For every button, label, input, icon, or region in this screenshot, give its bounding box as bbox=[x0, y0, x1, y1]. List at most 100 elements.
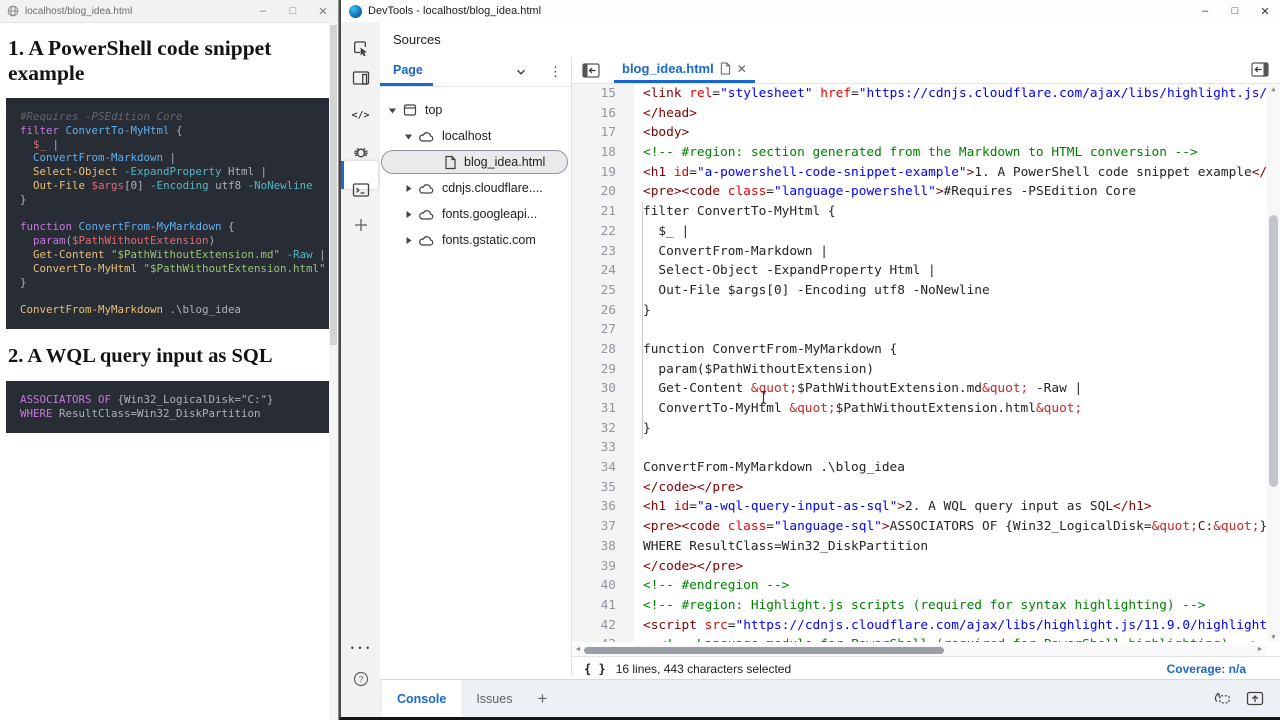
vertical-scrollbar[interactable]: ▲ ▼ bbox=[1267, 84, 1280, 642]
source-line-18[interactable]: 18 <!-- #region: section generated from t… bbox=[572, 143, 1280, 163]
source-line-33[interactable]: 33 bbox=[572, 438, 1280, 458]
line-number[interactable]: 34 bbox=[572, 458, 628, 478]
line-number[interactable]: 27 bbox=[572, 320, 628, 340]
source-line-43[interactable]: 43 <!-- Language module for PowerShell (… bbox=[572, 635, 1280, 642]
tab-blog-idea-html[interactable]: blog_idea.html ✕ bbox=[614, 57, 755, 83]
line-number[interactable]: 17 bbox=[572, 123, 628, 143]
tree-item-blog-idea-html[interactable]: blog_idea.html bbox=[380, 149, 571, 175]
pretty-print-icon[interactable]: { } bbox=[584, 662, 606, 676]
expander-down-icon[interactable] bbox=[388, 106, 398, 115]
line-number[interactable]: 36 bbox=[572, 497, 628, 517]
source-line-27[interactable]: 27 bbox=[572, 320, 1280, 340]
close-button[interactable]: ✕ bbox=[308, 5, 338, 18]
expander-right-icon[interactable] bbox=[404, 184, 414, 193]
line-content[interactable]: ConvertFrom-Markdown | bbox=[628, 242, 828, 262]
scroll-up-icon[interactable]: ▲ bbox=[1267, 85, 1280, 93]
line-number[interactable]: 16 bbox=[572, 104, 628, 124]
line-content[interactable] bbox=[628, 438, 651, 458]
line-number[interactable]: 18 bbox=[572, 143, 628, 163]
line-number[interactable]: 24 bbox=[572, 261, 628, 281]
line-number[interactable]: 40 bbox=[572, 576, 628, 596]
close-button[interactable]: ✕ bbox=[1250, 5, 1280, 18]
vscroll-thumb[interactable] bbox=[1269, 215, 1278, 487]
expander-right-icon[interactable] bbox=[404, 210, 414, 219]
source-line-39[interactable]: 39 </code></pre> bbox=[572, 557, 1280, 577]
coverage-link[interactable]: Coverage: n/a bbox=[1167, 662, 1246, 676]
line-number[interactable]: 37 bbox=[572, 517, 628, 537]
source-line-42[interactable]: 42 <script src="https://cdnjs.cloudflare.… bbox=[572, 616, 1280, 636]
add-tab-icon[interactable]: + bbox=[537, 689, 547, 709]
line-content[interactable]: param($PathWithoutExtension) bbox=[628, 360, 874, 380]
source-line-29[interactable]: 29 param($PathWithoutExtension) bbox=[572, 360, 1280, 380]
line-content[interactable]: </code></pre> bbox=[628, 478, 743, 498]
tab-issues[interactable]: Issues bbox=[461, 680, 527, 717]
line-content[interactable]: WHERE ResultClass=Win32_DiskPartition bbox=[628, 537, 928, 557]
line-number[interactable]: 42 bbox=[572, 616, 628, 636]
source-line-25[interactable]: 25 Out-File $args[0] -Encoding utf8 -NoN… bbox=[572, 281, 1280, 301]
line-content[interactable]: $_ | bbox=[628, 222, 689, 242]
maximize-button[interactable]: □ bbox=[1220, 5, 1250, 17]
line-content[interactable]: filter ConvertTo-MyHtml { bbox=[628, 202, 836, 222]
console-panel-icon[interactable] bbox=[352, 183, 369, 198]
minimize-button[interactable]: – bbox=[1190, 5, 1220, 17]
line-number[interactable]: 39 bbox=[572, 557, 628, 577]
tree-item-localhost[interactable]: localhost bbox=[380, 123, 571, 149]
line-number[interactable]: 31 bbox=[572, 399, 628, 419]
close-tab-icon[interactable]: ✕ bbox=[737, 63, 747, 75]
source-editor[interactable]: 15 <link rel="stylesheet" href="https://c… bbox=[572, 84, 1280, 642]
horizontal-scrollbar[interactable]: ◄ ► bbox=[572, 645, 1266, 656]
scroll-right-icon[interactable]: ► bbox=[1255, 646, 1265, 654]
line-content[interactable]: } bbox=[628, 419, 651, 439]
source-line-20[interactable]: 20 <pre><code class="language-powershell"… bbox=[572, 182, 1280, 202]
line-content[interactable]: </code></pre> bbox=[628, 557, 743, 577]
tab-page[interactable]: Page bbox=[380, 57, 433, 86]
elements-icon[interactable]: </> bbox=[351, 111, 369, 121]
toggle-navigator-icon[interactable] bbox=[582, 62, 600, 78]
line-number[interactable]: 22 bbox=[572, 222, 628, 242]
line-content[interactable]: <h1 id="a-powershell-code-snippet-exampl… bbox=[628, 163, 1280, 183]
line-number[interactable]: 35 bbox=[572, 478, 628, 498]
source-line-22[interactable]: 22 $_ | bbox=[572, 222, 1280, 242]
source-line-41[interactable]: 41 <!-- #region: Highlight.js scripts (re… bbox=[572, 596, 1280, 616]
expander-down-icon[interactable] bbox=[404, 132, 414, 141]
line-content[interactable]: <link rel="stylesheet" href="https://cdn… bbox=[628, 84, 1280, 104]
source-line-28[interactable]: 28 function ConvertFrom-MyMarkdown { bbox=[572, 340, 1280, 360]
add-tools-icon[interactable] bbox=[354, 218, 368, 232]
scroll-left-icon[interactable]: ◄ bbox=[573, 646, 583, 654]
line-number[interactable]: 28 bbox=[572, 340, 628, 360]
source-line-31[interactable]: 31 ConvertTo-MyHtml &quot;$PathWithoutEx… bbox=[572, 399, 1280, 419]
scrollbar-thumb[interactable] bbox=[330, 25, 337, 345]
line-number[interactable]: 41 bbox=[572, 596, 628, 616]
line-number[interactable]: 15 bbox=[572, 84, 628, 104]
line-number[interactable]: 30 bbox=[572, 379, 628, 399]
hscroll-thumb[interactable] bbox=[584, 647, 944, 654]
line-content[interactable]: Get-Content &quot;$PathWithoutExtension.… bbox=[628, 379, 1082, 399]
kebab-menu-icon[interactable]: ⋮ bbox=[549, 65, 562, 78]
line-number[interactable]: 23 bbox=[572, 242, 628, 262]
line-number[interactable]: 20 bbox=[572, 182, 628, 202]
source-line-38[interactable]: 38 WHERE ResultClass=Win32_DiskPartition bbox=[572, 537, 1280, 557]
scroll-down-icon[interactable]: ▼ bbox=[1267, 633, 1280, 641]
line-content[interactable]: <!-- Language module for PowerShell (req… bbox=[628, 635, 1259, 642]
line-content[interactable]: <!-- #region: section generated from the… bbox=[628, 143, 1198, 163]
line-number[interactable]: 38 bbox=[572, 537, 628, 557]
line-content[interactable]: <!-- #endregion --> bbox=[628, 576, 789, 596]
expander-right-icon[interactable] bbox=[404, 236, 414, 245]
sources-bug-icon[interactable] bbox=[352, 144, 370, 162]
source-line-23[interactable]: 23 ConvertFrom-Markdown | bbox=[572, 242, 1280, 262]
line-number[interactable]: 43 bbox=[572, 635, 628, 642]
help-icon[interactable]: ? bbox=[353, 671, 369, 687]
line-number[interactable]: 26 bbox=[572, 301, 628, 321]
source-line-40[interactable]: 40 <!-- #endregion --> bbox=[572, 576, 1280, 596]
undock-drawer-icon[interactable] bbox=[1213, 691, 1231, 706]
source-line-34[interactable]: 34 ConvertFrom-MyMarkdown .\blog_idea bbox=[572, 458, 1280, 478]
source-line-35[interactable]: 35 </code></pre> bbox=[572, 478, 1280, 498]
source-line-32[interactable]: 32} bbox=[572, 419, 1280, 439]
line-content[interactable]: <pre><code class="language-powershell">#… bbox=[628, 182, 1136, 202]
tab-console[interactable]: Console bbox=[382, 680, 462, 717]
line-content[interactable]: <!-- #region: Highlight.js scripts (requ… bbox=[628, 596, 1205, 616]
line-content[interactable]: <body> bbox=[628, 123, 689, 143]
source-line-24[interactable]: 24 Select-Object -ExpandProperty Html | bbox=[572, 261, 1280, 281]
maximize-button[interactable]: □ bbox=[278, 5, 308, 17]
line-content[interactable]: <script src="https://cdnjs.cloudflare.co… bbox=[628, 616, 1280, 636]
